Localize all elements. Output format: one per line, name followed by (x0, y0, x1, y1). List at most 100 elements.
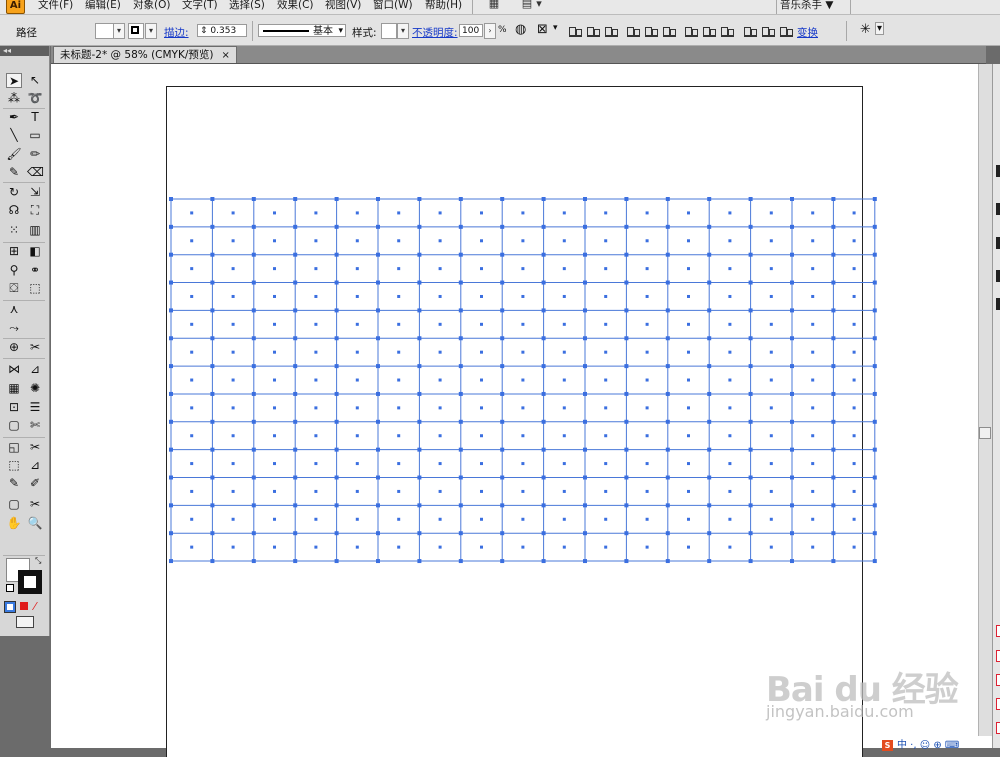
anchor-point[interactable] (583, 559, 587, 564)
anchor-point[interactable] (872, 475, 877, 480)
anchor-point[interactable] (665, 224, 670, 229)
anchor-point[interactable] (624, 252, 629, 257)
distribute-right-icon[interactable] (779, 26, 793, 37)
anchor-point[interactable] (831, 336, 836, 341)
vertical-scrollbar[interactable] (978, 64, 993, 748)
anchor-point[interactable] (872, 308, 877, 313)
menu-help[interactable]: 帮助(H) (425, 0, 462, 12)
opacity-field[interactable]: 100 (459, 24, 483, 37)
anchor-point[interactable] (624, 280, 629, 285)
blend-tool-icon[interactable]: ⚭ (27, 263, 43, 278)
zoom-tool-icon[interactable]: 🔍 (27, 516, 43, 531)
anchor-point[interactable] (831, 280, 836, 285)
anchor-point[interactable] (831, 197, 836, 201)
anchor-point[interactable] (790, 419, 794, 424)
measure-tool-icon[interactable]: ✐ (27, 476, 43, 491)
anchor-point[interactable] (210, 252, 215, 257)
anchor-point[interactable] (831, 475, 836, 480)
anchor-point[interactable] (210, 503, 215, 508)
hand-tool-icon[interactable]: ✋ (6, 516, 22, 531)
anchor-point[interactable] (707, 252, 712, 257)
anchor-point[interactable] (748, 364, 753, 369)
anchor-point[interactable] (251, 531, 256, 536)
anchor-point[interactable] (748, 280, 753, 285)
anchor-point[interactable] (500, 336, 505, 341)
scissors-tool-icon[interactable]: ✂ (27, 497, 43, 512)
dock-panel-icon[interactable] (996, 270, 1000, 282)
eyedropper-tool-icon[interactable]: ⚲ (6, 263, 22, 278)
anchor-point[interactable] (872, 197, 877, 201)
anchor-point[interactable] (334, 364, 339, 369)
distribute-center-icon[interactable] (761, 26, 775, 37)
anchor-point[interactable] (831, 447, 836, 452)
anchor-point[interactable] (665, 419, 670, 424)
anchor-point[interactable] (251, 252, 256, 257)
anchor-point[interactable] (665, 197, 670, 201)
magic-wand-tool-icon[interactable]: ⁂ (6, 91, 22, 106)
anchor-point[interactable] (376, 447, 380, 452)
anchor-point[interactable] (458, 475, 463, 480)
anchor-point[interactable] (583, 280, 587, 285)
anchor-point[interactable] (665, 447, 670, 452)
anchor-point[interactable] (334, 447, 339, 452)
anchor-point[interactable] (541, 503, 546, 508)
anchor-point[interactable] (790, 391, 794, 396)
anchor-point[interactable] (376, 364, 380, 369)
anchor-point[interactable] (417, 224, 422, 229)
chart-tool-icon[interactable]: ▦ (6, 381, 22, 396)
anchor-point[interactable] (748, 197, 753, 201)
anchor-point[interactable] (293, 559, 298, 564)
dock-panel-icon[interactable] (996, 722, 1000, 734)
anchor-point[interactable] (169, 280, 173, 285)
crop-alt-tool-icon[interactable]: ▢ (6, 497, 22, 512)
anchor-point[interactable] (541, 531, 546, 536)
anchor-point[interactable] (583, 447, 587, 452)
stroke-color-swatch[interactable] (128, 23, 144, 39)
anchor-point[interactable] (872, 447, 877, 452)
menu-file[interactable]: 文件(F) (38, 0, 73, 12)
anchor-point[interactable] (251, 336, 256, 341)
anchor-point[interactable] (169, 197, 173, 201)
anchor-point[interactable] (417, 280, 422, 285)
anchor-point[interactable] (417, 419, 422, 424)
anchor-point[interactable] (458, 280, 463, 285)
paintbrush-tool-icon[interactable]: 🖌 (6, 147, 22, 162)
anchor-point[interactable] (748, 252, 753, 257)
direct-selection-tool-icon[interactable]: ↖ (27, 73, 43, 88)
anchor-point[interactable] (500, 308, 505, 313)
anchor-point[interactable] (831, 391, 836, 396)
pen-tool-icon[interactable]: ✒ (6, 110, 22, 125)
anchor-point[interactable] (748, 475, 753, 480)
anchor-point[interactable] (500, 252, 505, 257)
ime-logo-icon[interactable]: S (882, 740, 893, 751)
dock-panel-icon[interactable] (996, 237, 1000, 249)
align-bottom-icon[interactable] (662, 26, 676, 37)
anchor-point[interactable] (376, 503, 380, 508)
anchor-point[interactable] (376, 475, 380, 480)
anchor-point[interactable] (707, 197, 712, 201)
anchor-point[interactable] (251, 391, 256, 396)
rectangular-grid[interactable] (160, 190, 890, 570)
anchor-point[interactable] (748, 391, 753, 396)
stroke-color-box[interactable] (18, 570, 42, 594)
align-right-icon[interactable] (604, 26, 618, 37)
anchor-point[interactable] (831, 224, 836, 229)
anchor-point[interactable] (293, 503, 298, 508)
anchor-point[interactable] (707, 308, 712, 313)
rectangle-tool-icon[interactable]: ▭ (27, 128, 43, 143)
anchor-point[interactable] (583, 336, 587, 341)
anchor-point[interactable] (334, 308, 339, 313)
anchor-point[interactable] (790, 559, 794, 564)
isolate-object-icon[interactable]: ✳ (860, 22, 871, 37)
workspace-switcher[interactable]: 音乐杀手 ▼ (780, 0, 833, 12)
anchor-point[interactable] (500, 475, 505, 480)
anchor-point[interactable] (872, 224, 877, 229)
anchor-point[interactable] (417, 308, 422, 313)
anchor-point[interactable] (624, 391, 629, 396)
anchor-point[interactable] (417, 559, 422, 564)
anchor-point[interactable] (541, 364, 546, 369)
anchor-point[interactable] (210, 280, 215, 285)
anchor-point[interactable] (790, 197, 794, 201)
anchor-point[interactable] (500, 531, 505, 536)
anchor-point[interactable] (831, 559, 836, 564)
